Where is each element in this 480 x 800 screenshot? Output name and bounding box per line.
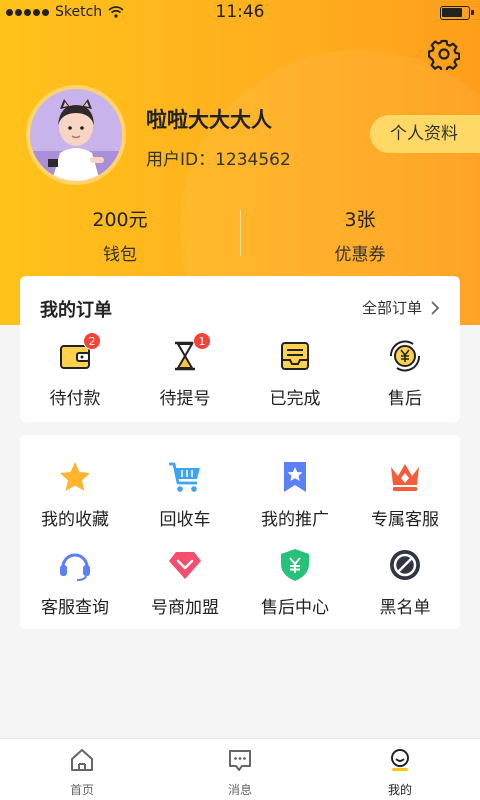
tab-profile[interactable]: 我的 <box>360 747 440 798</box>
avatar[interactable] <box>26 85 126 185</box>
crown-icon <box>387 459 423 495</box>
inbox-icon <box>277 338 313 374</box>
wallet-icon: 2 <box>57 332 101 374</box>
service-promotion[interactable]: 我的推广 <box>240 459 350 530</box>
service-label: 回收车 <box>159 510 211 530</box>
user-id: 用户ID：1234562 <box>146 150 291 170</box>
headset-icon <box>57 547 93 583</box>
service-after-sales-center[interactable]: 售后中心 <box>240 547 350 618</box>
coupon-label: 优惠券 <box>334 245 386 265</box>
status-time: 11:46 <box>215 2 265 22</box>
status-bar: Sketch 11:46 <box>0 0 480 26</box>
home-icon <box>69 747 95 773</box>
bottom-tab-bar: 首页 消息 我的 <box>0 738 480 800</box>
service-recycle-cart[interactable]: 回收车 <box>130 459 240 530</box>
tab-label: 首页 <box>69 783 94 797</box>
service-label: 售后中心 <box>261 598 329 618</box>
pending-pickup-badge: 1 <box>193 332 211 350</box>
tab-home[interactable]: 首页 <box>42 747 122 798</box>
cart-icon <box>167 459 203 495</box>
wallet-label: 钱包 <box>103 245 137 265</box>
service-support-query[interactable]: 客服查询 <box>20 547 130 618</box>
message-icon <box>227 747 253 773</box>
service-exclusive-support[interactable]: 专属客服 <box>350 459 460 530</box>
user-name: 啦啦大大大人 <box>146 108 272 132</box>
tab-messages[interactable]: 消息 <box>200 747 280 798</box>
hourglass-icon: 1 <box>167 332 211 374</box>
service-favorites[interactable]: 我的收藏 <box>20 459 130 530</box>
service-label: 客服查询 <box>41 598 109 618</box>
order-label: 待提号 <box>159 389 211 409</box>
tab-label: 我的 <box>387 783 412 797</box>
service-label: 号商加盟 <box>151 598 219 618</box>
avatar-image <box>30 89 122 181</box>
settings-gear-icon[interactable] <box>428 38 460 70</box>
battery-icon <box>440 6 474 20</box>
all-orders-label: 全部订单 <box>361 299 422 317</box>
service-label: 我的收藏 <box>41 510 109 530</box>
order-label: 售后 <box>388 389 422 409</box>
chevron-right-icon <box>431 300 440 315</box>
order-label: 待付款 <box>49 389 101 409</box>
order-pending-payment[interactable]: 2 待付款 <box>20 332 130 409</box>
wallet-value: 200元 <box>92 209 148 231</box>
block-icon <box>387 547 423 583</box>
service-label: 专属客服 <box>371 510 439 530</box>
profile-icon <box>387 747 413 773</box>
orders-title: 我的订单 <box>40 300 112 321</box>
all-orders-link[interactable]: 全部订单 <box>362 297 440 318</box>
service-label: 黑名单 <box>379 598 431 618</box>
coupon-stat[interactable]: 3张 优惠券 <box>240 205 480 265</box>
service-label: 我的推广 <box>261 510 329 530</box>
avatar-illustration <box>30 89 122 181</box>
profile-button[interactable]: 个人资料 <box>370 115 480 153</box>
bookmark-icon <box>277 459 313 495</box>
shield-yen-icon <box>277 547 313 583</box>
order-label: 已完成 <box>269 389 321 409</box>
service-blacklist[interactable]: 黑名单 <box>350 547 460 618</box>
wallet-stat[interactable]: 200元 钱包 <box>0 205 240 265</box>
order-after-sales[interactable]: 售后 <box>350 338 460 409</box>
yen-refresh-icon <box>387 338 423 374</box>
services-card: 我的收藏 回收车 我的推广 专属客服 客服查询 号商加盟 售后中心 黑名单 <box>20 435 460 629</box>
diamond-icon <box>167 547 203 583</box>
coupon-value: 3张 <box>344 209 376 231</box>
orders-card: 我的订单 全部订单 2 待付款 1 待提号 已完成 售后 <box>20 276 460 422</box>
star-icon <box>57 459 93 495</box>
order-completed[interactable]: 已完成 <box>240 338 350 409</box>
service-merchant-join[interactable]: 号商加盟 <box>130 547 240 618</box>
tab-label: 消息 <box>227 783 252 797</box>
pending-payment-badge: 2 <box>83 332 101 350</box>
order-pending-pickup[interactable]: 1 待提号 <box>130 332 240 409</box>
